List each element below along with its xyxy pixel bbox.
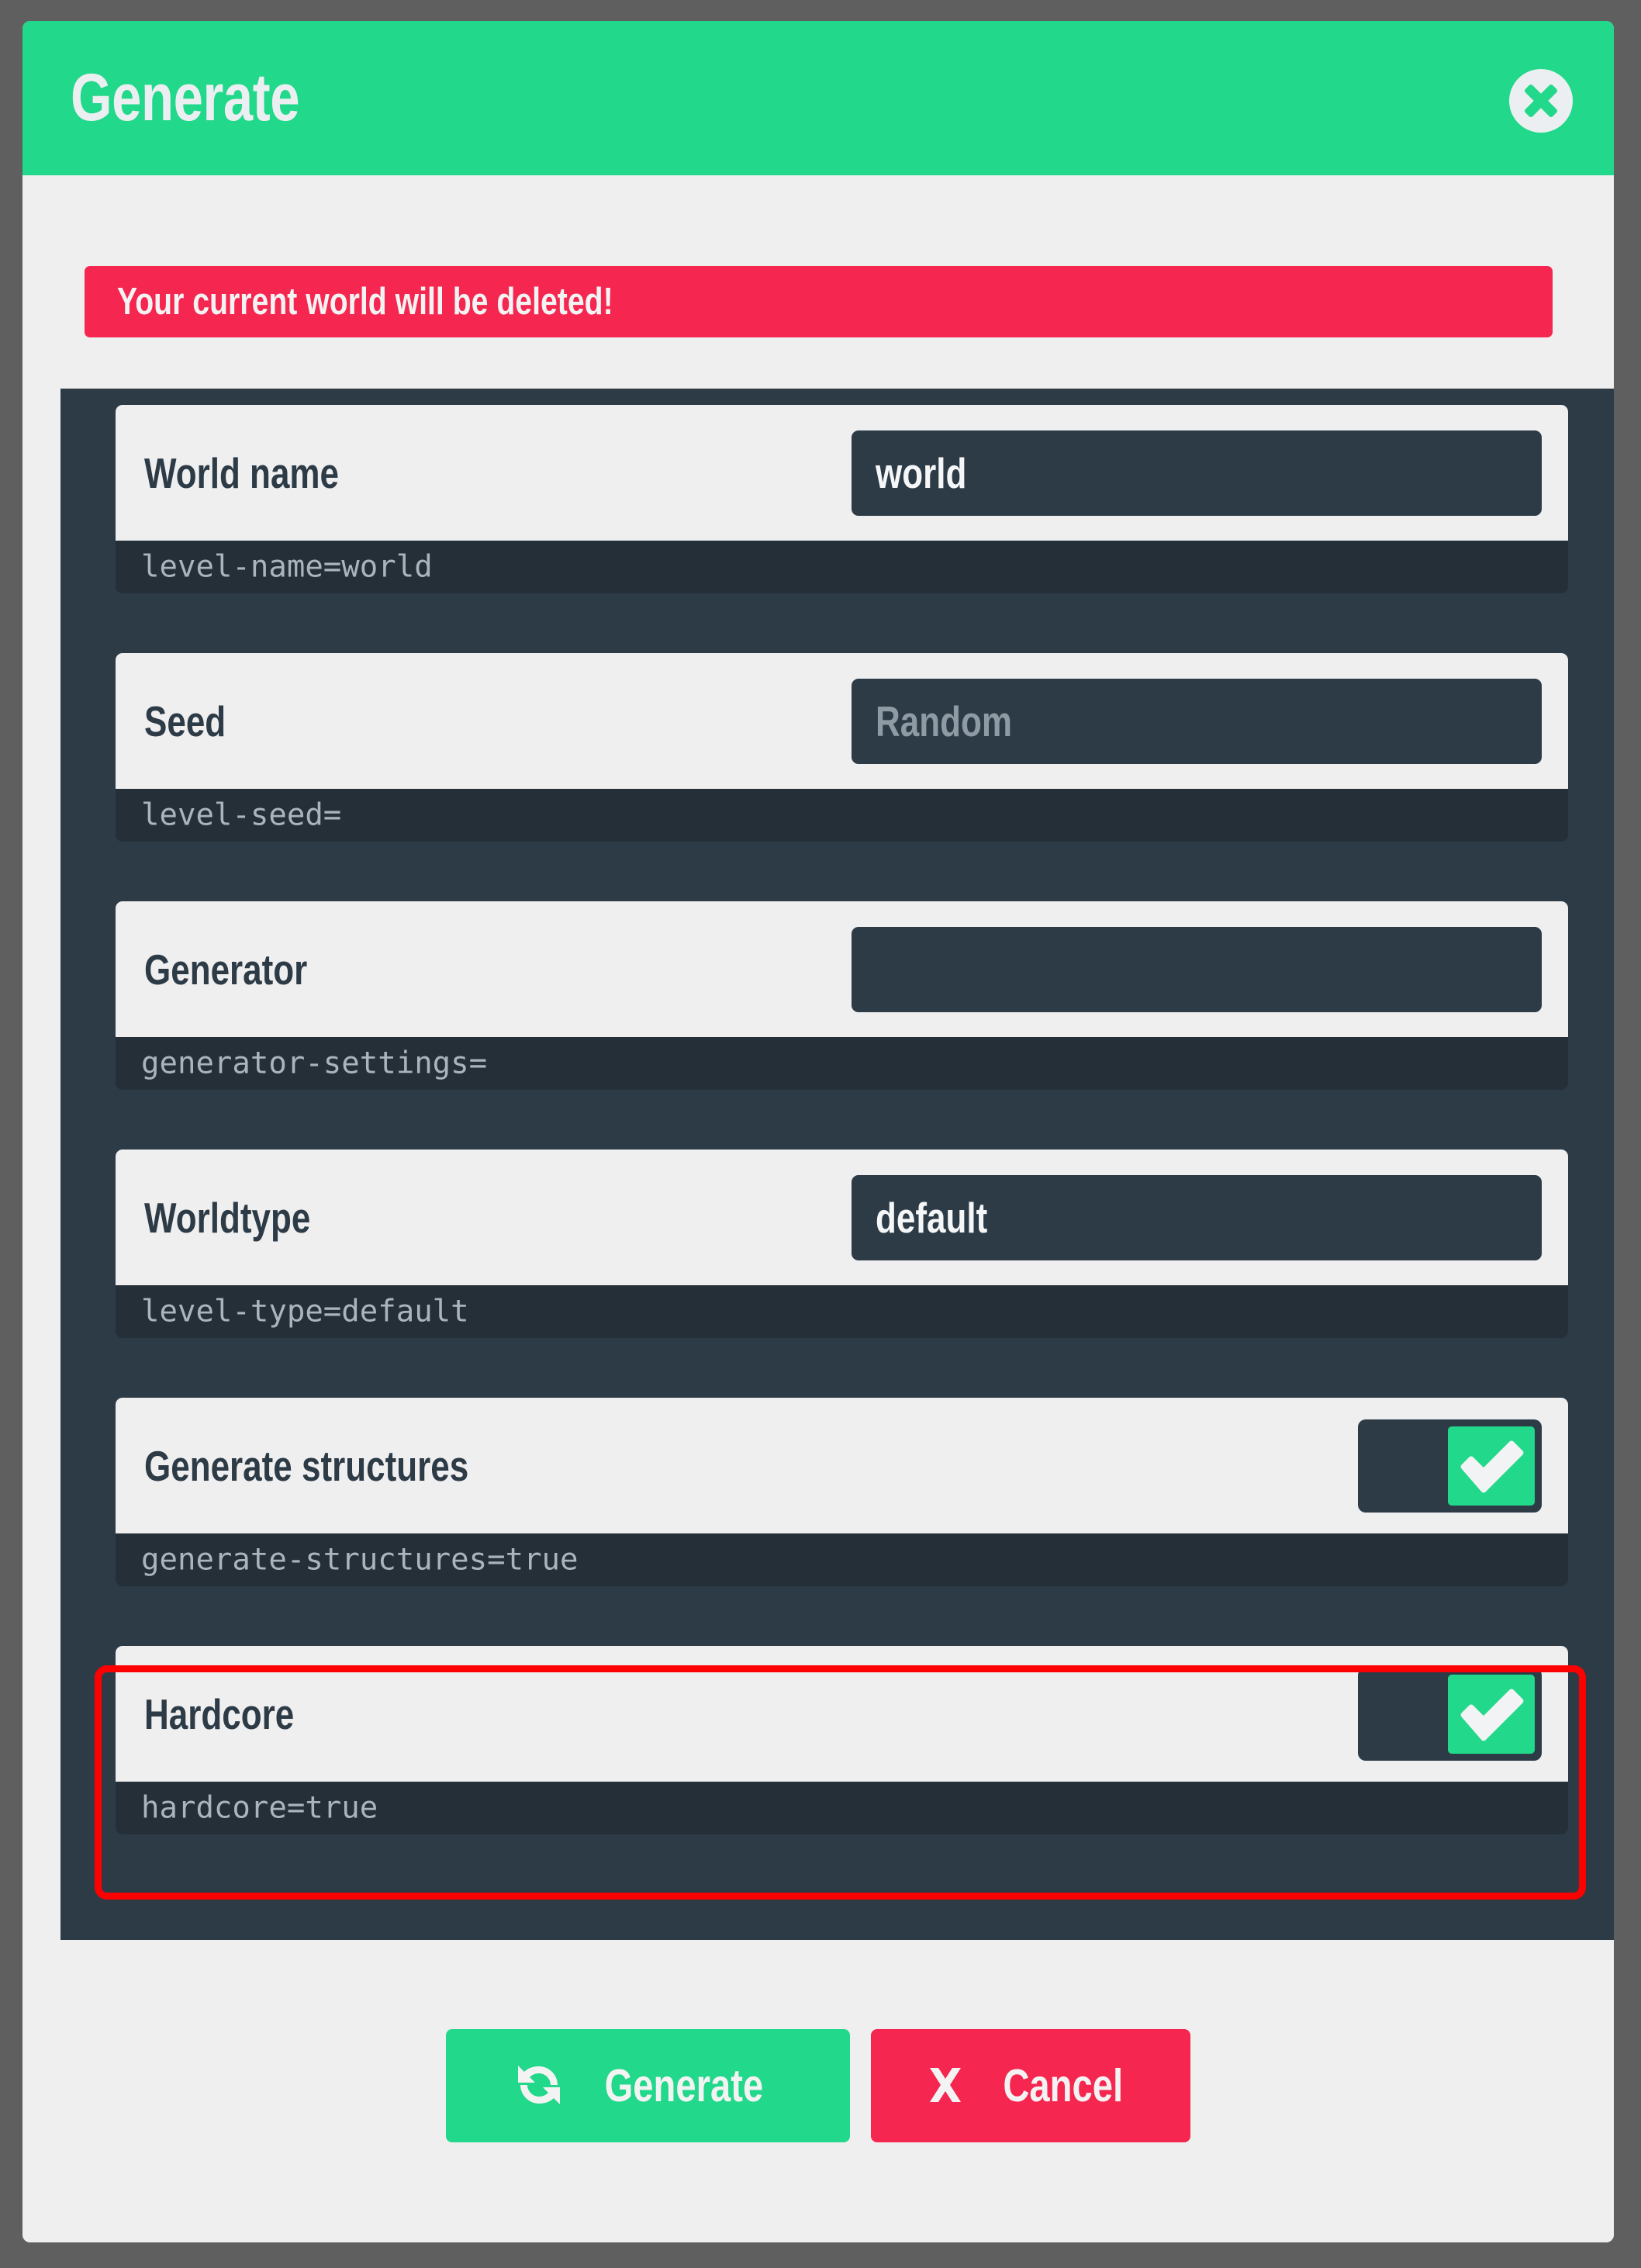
check-icon — [1448, 1674, 1535, 1754]
option-input[interactable]: default — [852, 1174, 1542, 1260]
option-code-strip: level-type=default — [116, 1285, 1568, 1338]
option-card: World name world — [116, 405, 1568, 541]
cancel-button[interactable]: Cancel — [871, 2029, 1190, 2142]
option-label: World name — [144, 448, 340, 497]
options-panel: World name world level-name=world Seed Rando… — [60, 389, 1614, 1940]
warning-message: Your current world will be deleted! — [117, 281, 613, 323]
modal-header: Generate — [22, 21, 1614, 175]
option-card: Generate structures — [116, 1398, 1568, 1533]
option-row: Generate structures generate-structures=t… — [116, 1398, 1568, 1586]
option-code-text: level-seed= — [141, 797, 342, 833]
option-toggle[interactable] — [1358, 1419, 1542, 1513]
option-code-strip: generator-settings= — [116, 1037, 1568, 1090]
close-icon[interactable] — [1509, 69, 1573, 133]
option-code-text: level-name=world — [141, 549, 433, 585]
footer-button-group: Generate Cancel — [22, 2029, 1614, 2142]
option-input[interactable] — [852, 926, 1542, 1012]
option-row: Generator generator-settings= — [116, 901, 1568, 1090]
generate-button[interactable]: Generate — [446, 2029, 850, 2142]
option-input-value: default — [876, 1193, 988, 1242]
cancel-button-label: Cancel — [1003, 2060, 1124, 2111]
modal-footer: Generate Cancel — [22, 1996, 1614, 2242]
option-code-strip: level-name=world — [116, 541, 1568, 593]
option-label: Generate structures — [144, 1441, 469, 1490]
option-label: Worldtype — [144, 1193, 311, 1242]
option-code-text: generator-settings= — [141, 1046, 488, 1081]
generate-world-modal: Generate Your current world will be dele… — [22, 21, 1614, 2242]
option-code-strip: level-seed= — [116, 789, 1568, 842]
option-code-strip: hardcore=true — [116, 1782, 1568, 1834]
option-code-strip: generate-structures=true — [116, 1533, 1568, 1586]
option-input-placeholder: Random — [876, 697, 1012, 745]
refresh-icon — [513, 2059, 565, 2113]
close-x-icon — [923, 2061, 968, 2111]
option-row: World name world level-name=world — [116, 405, 1568, 593]
option-label: Generator — [144, 945, 308, 994]
option-toggle[interactable] — [1358, 1667, 1542, 1761]
option-label: Hardcore — [144, 1689, 295, 1738]
option-card: Seed Random — [116, 653, 1568, 789]
option-code-text: generate-structures=true — [141, 1542, 579, 1578]
option-input-value: world — [876, 448, 967, 497]
option-code-text: level-type=default — [141, 1294, 469, 1329]
option-code-text: hardcore=true — [141, 1790, 378, 1826]
generate-button-label: Generate — [604, 2060, 763, 2111]
check-icon — [1448, 1426, 1535, 1506]
warning-banner: Your current world will be deleted! — [85, 266, 1553, 337]
option-row: Worldtype default level-type=default — [116, 1150, 1568, 1338]
option-label: Seed — [144, 697, 226, 745]
page-title: Generate — [71, 61, 300, 135]
option-card: Worldtype default — [116, 1150, 1568, 1285]
option-row: Seed Random level-seed= — [116, 653, 1568, 842]
option-input[interactable]: world — [852, 430, 1542, 516]
option-row: Hardcore hardcore=true — [116, 1646, 1568, 1834]
option-card: Generator — [116, 901, 1568, 1037]
option-input[interactable]: Random — [852, 678, 1542, 764]
option-card: Hardcore — [116, 1646, 1568, 1782]
